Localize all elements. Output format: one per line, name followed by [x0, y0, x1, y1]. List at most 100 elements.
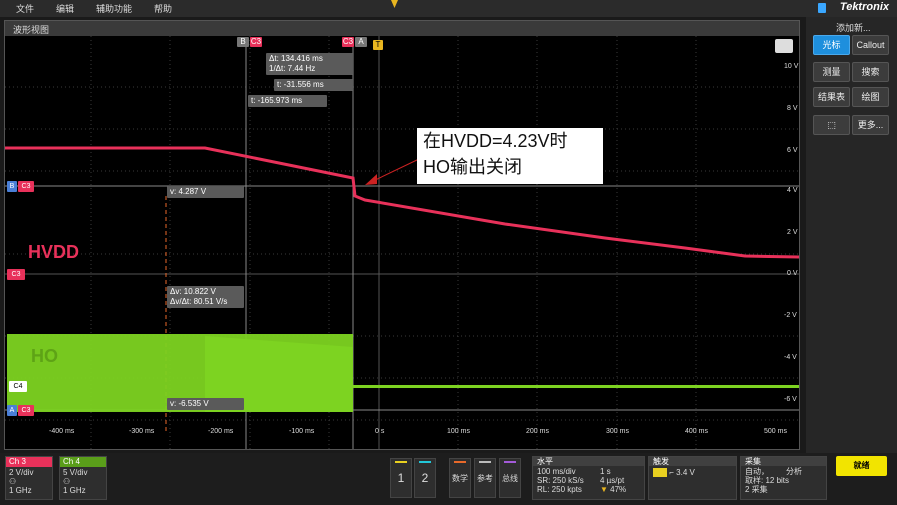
- waveform-title: 波形视图: [13, 25, 50, 35]
- probe-icon: ⚇: [63, 477, 71, 486]
- dotted-square-icon: ⬚: [827, 120, 836, 130]
- acquisition-analyze: 分析: [786, 467, 802, 476]
- horizontal-title: 水平: [533, 457, 644, 466]
- ch3-name: Ch 3: [6, 457, 52, 467]
- cursor-b-channel-tag: C3: [250, 37, 262, 47]
- trigger-source-swatch: [653, 468, 667, 478]
- ch4-ground-tag[interactable]: C4: [9, 381, 27, 392]
- acquisition-panel[interactable]: 采集 自动， 分析 取样: 12 bits 2 采集: [740, 456, 827, 500]
- cursor-button[interactable]: 光标: [813, 35, 850, 55]
- cursor-v-top-readout: v: 4.287 V: [167, 186, 244, 198]
- x-tick-label: -400 ms: [49, 428, 75, 435]
- ref-color-bar: [479, 461, 491, 463]
- dv-dt-value: Δv/Δt: 80.51 V/s: [170, 297, 228, 306]
- menu-help[interactable]: 帮助: [154, 2, 172, 15]
- drag-add-button[interactable]: ⬚: [813, 115, 850, 135]
- ho-trace-label: HO: [31, 346, 58, 366]
- annotation-line-1: 在HVDD=4.23V时: [423, 131, 568, 151]
- y-tick-label: -2 V: [784, 312, 797, 319]
- trigger-title: 触发: [649, 457, 736, 466]
- channel-2-label: 2: [421, 471, 429, 485]
- ch3-bandwidth: 1 GHz: [9, 486, 32, 495]
- trigger-t-tag[interactable]: T: [373, 40, 383, 50]
- probe-icon: ⚇: [9, 477, 17, 486]
- plot-button[interactable]: 绘图: [852, 87, 889, 107]
- ch4-name: Ch 4: [60, 457, 106, 467]
- cursor-a-time-readout: t: -31.556 ms: [274, 79, 353, 91]
- math-button[interactable]: 数学: [449, 458, 471, 498]
- search-button[interactable]: 搜索: [852, 62, 889, 82]
- ch3-scale: 2 V/div: [9, 468, 34, 477]
- ready-status[interactable]: 就绪: [836, 456, 887, 476]
- sample-rate: SR: 250 kS/s: [537, 476, 584, 485]
- menu-bar: 文件 编辑 辅助功能 帮助 Tektronix: [0, 0, 897, 17]
- cursor-b-tag[interactable]: B: [237, 37, 249, 47]
- menu-file[interactable]: 文件: [16, 2, 34, 15]
- trigger-level: 3.4 V: [676, 468, 695, 477]
- horizontal-row-3: RL: 250 kpts ▼ 47%: [537, 485, 640, 494]
- ch3-badge[interactable]: Ch 3 2 V/div ⚇ 1 GHz: [5, 456, 53, 500]
- x-tick-label: -200 ms: [208, 428, 234, 435]
- delta-v-readout: Δv: 10.822 V Δv/Δt: 80.51 V/s: [167, 286, 244, 308]
- math-label: 数学: [452, 474, 468, 483]
- x-tick-label: -300 ms: [129, 428, 155, 435]
- bus-button[interactable]: 总线: [499, 458, 521, 498]
- ch4-scale: 5 V/div: [63, 468, 88, 477]
- plot-graphics: [5, 36, 799, 449]
- x-tick-label: 0 s: [375, 428, 385, 435]
- results-table-button[interactable]: 结果表: [813, 87, 850, 107]
- channel-1-button[interactable]: 1: [390, 458, 412, 498]
- bus-label: 总线: [502, 474, 518, 483]
- ch2-color-bar: [419, 461, 431, 463]
- y-tick-label: 0 V: [787, 270, 798, 277]
- acquisition-sampling: 取样: 12 bits: [745, 476, 790, 485]
- menu-utility[interactable]: 辅助功能: [96, 2, 132, 15]
- y-tick-label: 4 V: [787, 187, 798, 194]
- cursor-b-left-tag: B: [7, 181, 17, 192]
- ch3-ground-tag[interactable]: C3: [7, 269, 25, 280]
- cursor-a-left-tag: A: [7, 405, 17, 416]
- callout-button[interactable]: Callout: [852, 35, 889, 55]
- x-tick-label: 200 ms: [526, 428, 549, 435]
- y-tick-label: 8 V: [787, 105, 798, 112]
- add-new-heading: 添加新...: [836, 23, 871, 33]
- trigger-pos-icon: ▼: [600, 485, 608, 494]
- reference-button[interactable]: 参考: [474, 458, 496, 498]
- delta-t-readout: Δt: 134.416 ms 1/Δt: 7.44 Hz: [266, 53, 353, 75]
- waveform-view[interactable]: 波形视图 B C3 C3 A T Δt: 134.416 ms 1/Δt: 7.…: [4, 20, 800, 450]
- bus-color-bar: [504, 461, 516, 463]
- channel-1-label: 1: [397, 471, 405, 485]
- cursor-a-ch3-left-tag: C3: [18, 405, 34, 416]
- reference-label: 参考: [477, 474, 493, 483]
- delta-t-value: Δt: 134.416 ms: [269, 54, 323, 63]
- y-tick-label: -6 V: [784, 396, 797, 403]
- acquisition-title: 采集: [741, 457, 826, 466]
- math-color-bar: [454, 461, 466, 463]
- horizontal-scale: 100 ms/div: [537, 467, 576, 476]
- trigger-panel[interactable]: 触发 ⌐ 3.4 V: [648, 456, 737, 500]
- side-panel: 添加新... 光标 Callout 测量 搜索 结果表 绘图 ⬚ 更多...: [806, 17, 897, 505]
- channel-2-button[interactable]: 2: [414, 458, 436, 498]
- cursor-a-tag[interactable]: A: [355, 37, 367, 47]
- cursor-a-channel-tag: C3: [342, 37, 354, 47]
- y-tick-label: 6 V: [787, 147, 798, 154]
- cursor-v-bottom-readout: v: -6.535 V: [167, 398, 244, 410]
- x-tick-label: 100 ms: [447, 428, 470, 435]
- ch4-badge[interactable]: Ch 4 5 V/div ⚇ 1 GHz: [59, 456, 107, 500]
- menu-edit[interactable]: 编辑: [56, 2, 74, 15]
- y-tick-label: -4 V: [784, 354, 797, 361]
- x-tick-label: 400 ms: [685, 428, 708, 435]
- measure-button[interactable]: 测量: [813, 62, 850, 82]
- cursor-b-ch3-left-tag: C3: [18, 181, 34, 192]
- x-tick-label: 500 ms: [764, 428, 787, 435]
- ch1-color-bar: [395, 461, 407, 463]
- trigger-row: ⌐ 3.4 V: [653, 468, 732, 478]
- tek-logo-icon: [818, 3, 826, 13]
- more-button[interactable]: 更多...: [852, 115, 889, 135]
- record-length: RL: 250 kpts: [537, 485, 582, 494]
- horizontal-panel[interactable]: 水平 100 ms/div 1 s SR: 250 kS/s 4 µs/pt R…: [532, 456, 645, 500]
- plot-area[interactable]: B C3 C3 A T Δt: 134.416 ms 1/Δt: 7.44 Hz…: [5, 36, 799, 449]
- y-tick-label: 2 V: [787, 229, 798, 236]
- waveform-title-bar: 波形视图: [5, 21, 799, 36]
- rising-edge-icon: ⌐: [669, 468, 674, 477]
